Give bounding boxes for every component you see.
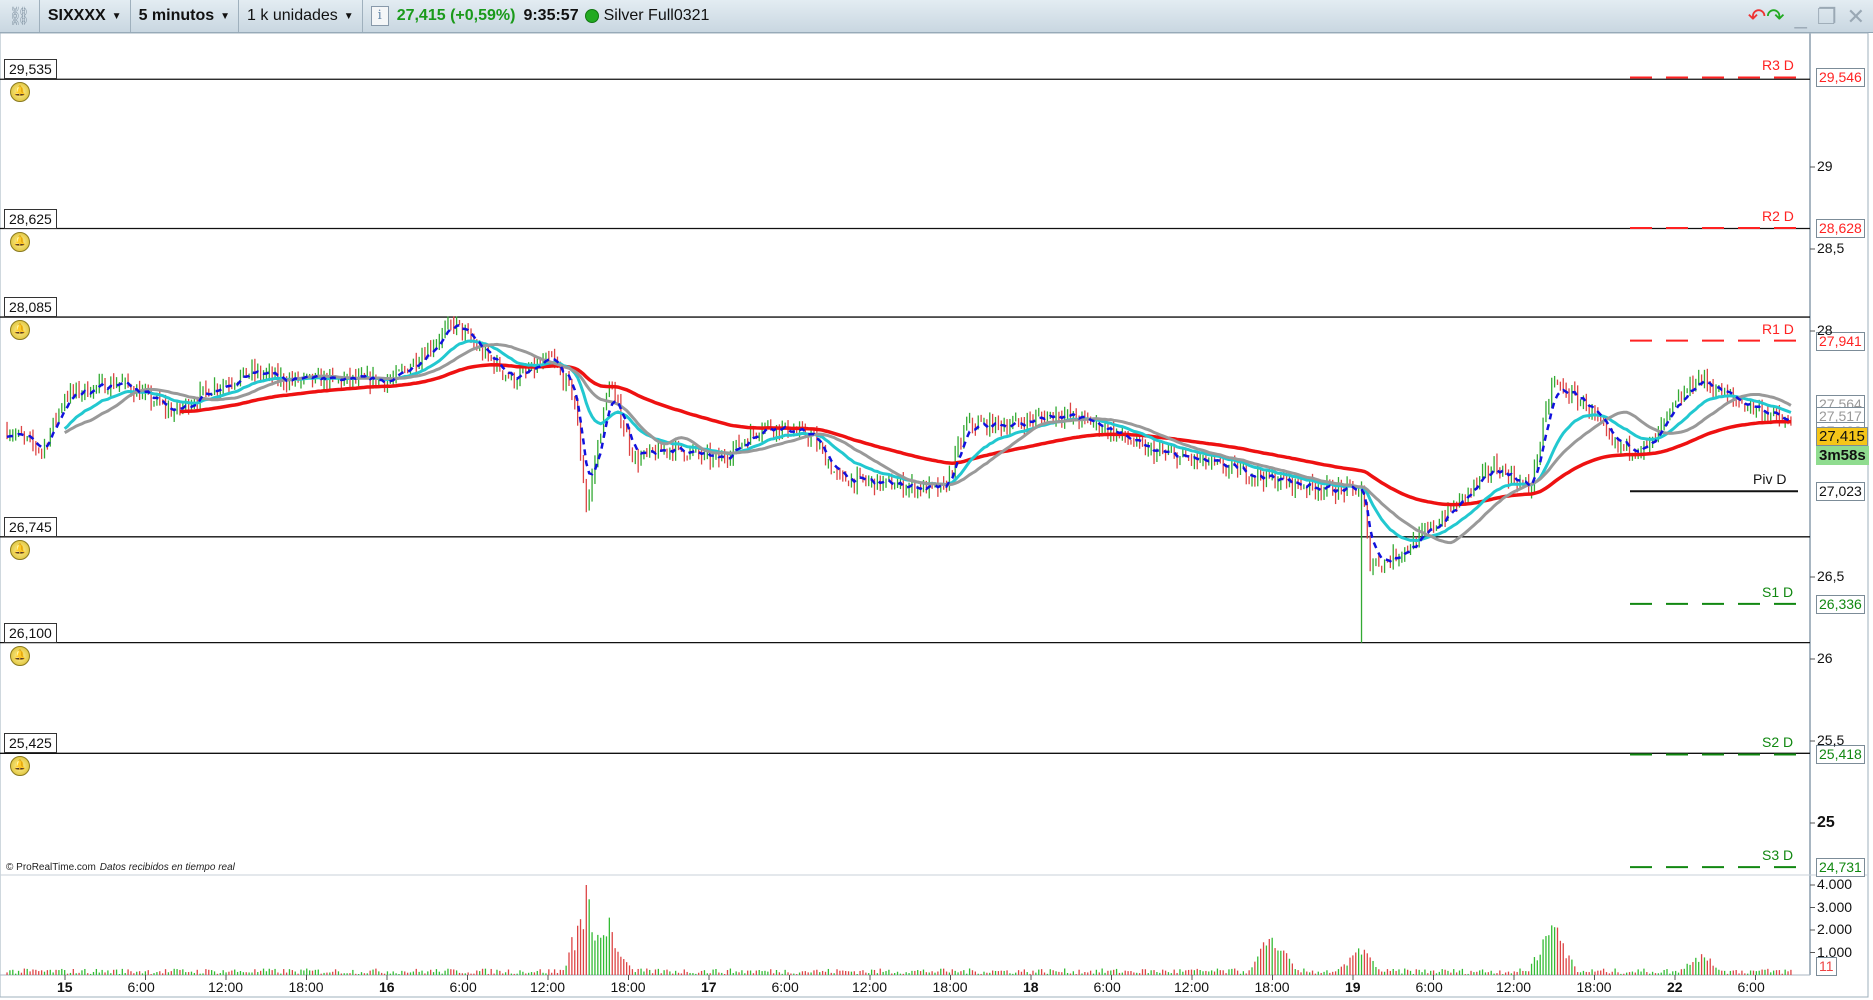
time-tick-label: 16 <box>379 979 395 995</box>
credit-label: © ProRealTime.com <box>6 862 96 873</box>
alert-bell-icon[interactable]: 🔔 <box>10 539 30 560</box>
time-tick-label: 18:00 <box>1254 979 1290 995</box>
volume-last-label: 11 <box>1816 957 1837 976</box>
time-tick-label: 19 <box>1345 979 1361 995</box>
time-tick-label: 18:00 <box>1576 979 1612 995</box>
pivot-name: S3 D <box>1762 847 1794 864</box>
pivot-value-label: 29,546 <box>1816 68 1865 88</box>
pivot-value-label: 28,628 <box>1816 219 1865 238</box>
time-tick-label: 18:00 <box>288 979 324 995</box>
pivot-value-label: 24,731 <box>1816 858 1865 878</box>
level-label[interactable]: 28,085 <box>4 297 57 318</box>
price-chart[interactable] <box>0 0 1873 1000</box>
volume-tick-label: 4.000 <box>1817 876 1853 892</box>
time-tick-label: 18:00 <box>932 979 968 995</box>
price-tick-label: 28 <box>1817 322 1833 338</box>
credit-text: © ProRealTime.com Datos recibidos en tiem… <box>6 862 235 873</box>
alert-bell-icon[interactable]: 🔔 <box>10 320 30 341</box>
alert-bell-icon[interactable]: 🔔 <box>10 645 30 666</box>
chart-frame <box>0 32 1869 998</box>
time-tick-label: 12:00 <box>208 979 244 995</box>
realtime-label: Datos recibidos en tiempo real <box>99 862 235 873</box>
pivot-value-label: 26,336 <box>1816 594 1865 614</box>
time-tick-label: 6:00 <box>1415 979 1443 995</box>
time-tick-label: 12:00 <box>530 979 566 995</box>
price-tick-label: 25 <box>1817 814 1835 831</box>
ma-line-ema-long <box>179 363 1791 507</box>
time-tick-label: 6:00 <box>1737 979 1765 995</box>
level-label[interactable]: 28,625 <box>4 208 57 229</box>
pivot-name: R3 D <box>1762 57 1794 74</box>
alert-bell-icon[interactable]: 🔔 <box>10 231 30 252</box>
candle-countdown: 3m58s <box>1816 446 1869 465</box>
pivot-name: R2 D <box>1762 208 1794 224</box>
level-label[interactable]: 25,425 <box>4 733 57 754</box>
price-tick-label: 26,5 <box>1817 568 1845 584</box>
price-tick-label: 28,5 <box>1817 240 1845 256</box>
price-tick-label: 26 <box>1817 650 1833 666</box>
time-tick-label: 18 <box>1023 979 1039 995</box>
volume-tick-label: 2.000 <box>1817 921 1853 937</box>
time-tick-label: 6:00 <box>449 979 477 995</box>
level-label[interactable]: 29,535 <box>4 59 57 80</box>
pivot-value-label: 27,023 <box>1816 482 1865 502</box>
price-tick-label: 25,5 <box>1817 732 1845 748</box>
pivot-name: S1 D <box>1762 583 1794 600</box>
level-label[interactable]: 26,100 <box>4 622 57 643</box>
time-tick-label: 17 <box>701 979 717 995</box>
time-tick-label: 6:00 <box>1093 979 1121 995</box>
time-tick-label: 12:00 <box>1496 979 1532 995</box>
time-tick-label: 6:00 <box>771 979 799 995</box>
pivot-name: S2 D <box>1762 734 1794 751</box>
ma-line-ema-short <box>6 323 1792 563</box>
volume-tick-label: 3.000 <box>1817 898 1853 915</box>
level-label[interactable]: 26,745 <box>4 516 57 537</box>
pivot-value-label: 25,418 <box>1816 745 1865 765</box>
time-tick-label: 12:00 <box>1174 979 1210 995</box>
time-tick-label: 18:00 <box>610 979 646 995</box>
time-tick-label: 12:00 <box>852 979 888 995</box>
time-tick-label: 15 <box>57 979 73 995</box>
time-tick-label: 22 <box>1667 979 1683 995</box>
pivot-name: Piv D <box>1753 471 1787 488</box>
price-tick-label: 29 <box>1817 158 1833 174</box>
pivot-name: R1 D <box>1762 320 1794 337</box>
time-tick-label: 6:00 <box>127 979 155 995</box>
current-price-label: 27,415 <box>1816 427 1868 446</box>
